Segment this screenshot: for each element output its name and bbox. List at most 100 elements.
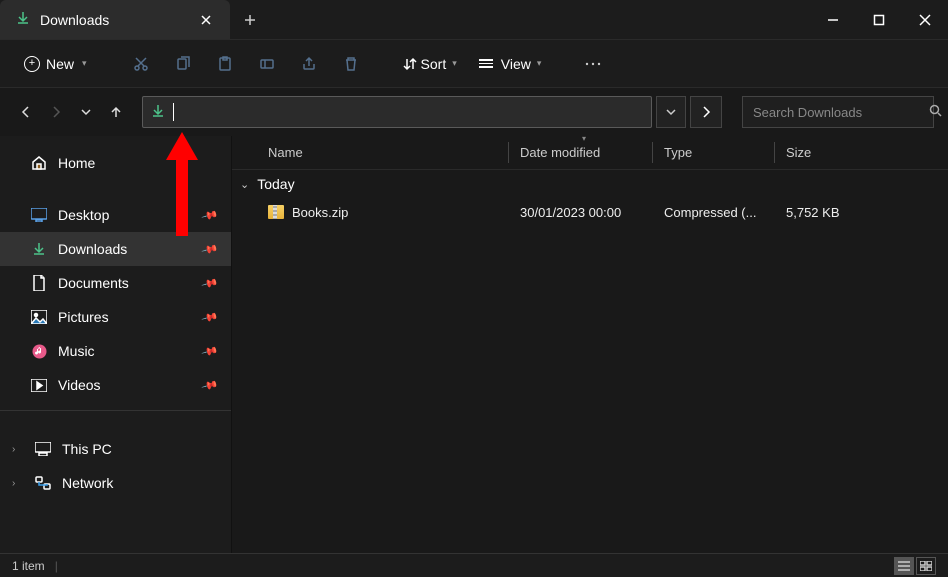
cut-button[interactable] — [123, 48, 159, 80]
active-tab[interactable]: Downloads — [0, 0, 230, 39]
file-type: Compressed (... — [652, 205, 774, 220]
sidebar-label: Pictures — [58, 309, 109, 325]
new-tab-button[interactable] — [230, 0, 270, 39]
pin-icon: 📌 — [201, 206, 219, 224]
column-header-name[interactable]: Name — [256, 136, 508, 169]
new-button[interactable]: + New ▾ — [14, 52, 97, 76]
chevron-right-icon: › — [12, 444, 24, 455]
back-button[interactable] — [14, 98, 38, 126]
address-input[interactable] — [182, 105, 643, 120]
sidebar-label: Music — [58, 343, 95, 359]
file-date: 30/01/2023 00:00 — [508, 205, 652, 220]
view-button[interactable]: View ▾ — [471, 52, 550, 76]
column-header-type[interactable]: Type — [652, 136, 774, 169]
item-count: 1 item — [12, 559, 45, 573]
home-icon — [30, 155, 48, 171]
column-headers: Name Date modified▾ Type Size — [232, 136, 948, 170]
chevron-right-icon: › — [12, 478, 24, 489]
chevron-down-icon: ▾ — [537, 58, 542, 69]
group-label: Today — [257, 176, 294, 192]
search-box[interactable] — [742, 96, 934, 128]
zip-folder-icon — [268, 205, 284, 219]
close-tab-icon[interactable] — [198, 12, 214, 28]
copy-button[interactable] — [165, 48, 201, 80]
new-label: New — [46, 56, 74, 72]
delete-button[interactable] — [333, 48, 369, 80]
view-label: View — [501, 56, 531, 72]
sidebar-label: This PC — [62, 441, 112, 457]
status-bar: 1 item | — [0, 553, 948, 577]
thumbnails-view-toggle[interactable] — [916, 557, 936, 575]
content-area: Name Date modified▾ Type Size ⌄ Today Bo… — [232, 136, 948, 553]
sidebar-item-thispc[interactable]: › This PC — [0, 432, 231, 466]
paste-button[interactable] — [207, 48, 243, 80]
address-history-button[interactable] — [656, 96, 686, 128]
details-view-toggle[interactable] — [894, 557, 914, 575]
share-button[interactable] — [291, 48, 327, 80]
pin-icon: 📌 — [201, 240, 219, 258]
navigation-row — [0, 88, 948, 136]
sidebar-label: Videos — [58, 377, 101, 393]
list-icon — [479, 59, 493, 68]
sidebar-item-videos[interactable]: Videos 📌 — [0, 368, 231, 402]
desktop-icon — [30, 207, 48, 223]
window-controls — [810, 0, 948, 39]
pictures-icon — [30, 309, 48, 325]
search-icon — [929, 104, 942, 120]
sort-button[interactable]: Sort ▾ — [395, 52, 465, 76]
sidebar-label: Network — [62, 475, 113, 491]
plus-circle-icon: + — [24, 56, 40, 72]
rename-button[interactable] — [249, 48, 285, 80]
sidebar-label: Documents — [58, 275, 129, 291]
sidebar-item-downloads[interactable]: Downloads 📌 — [0, 232, 231, 266]
file-size: 5,752 KB — [774, 205, 874, 220]
group-today[interactable]: ⌄ Today — [232, 170, 948, 198]
sidebar-item-pictures[interactable]: Pictures 📌 — [0, 300, 231, 334]
sidebar-item-music[interactable]: Music 📌 — [0, 334, 231, 368]
up-button[interactable] — [104, 98, 128, 126]
text-caret — [173, 103, 174, 121]
address-bar[interactable] — [142, 96, 652, 128]
main-area: Home Desktop 📌 Downloads 📌 Documents 📌 P… — [0, 136, 948, 553]
chevron-down-icon: ▾ — [82, 58, 87, 69]
pin-icon: 📌 — [201, 274, 219, 292]
recent-locations-button[interactable] — [74, 98, 98, 126]
chevron-down-icon: ▾ — [582, 134, 586, 143]
sidebar-item-desktop[interactable]: Desktop 📌 — [0, 198, 231, 232]
go-button[interactable] — [690, 96, 722, 128]
forward-button[interactable] — [44, 98, 68, 126]
sidebar-item-home[interactable]: Home — [0, 146, 231, 180]
sidebar-item-documents[interactable]: Documents 📌 — [0, 266, 231, 300]
chevron-down-icon: ⌄ — [240, 178, 249, 191]
sidebar-label: Home — [58, 155, 95, 171]
music-icon — [30, 343, 48, 359]
sort-icon — [403, 57, 417, 71]
close-window-button[interactable] — [902, 0, 948, 39]
sidebar-label: Desktop — [58, 207, 109, 223]
minimize-button[interactable] — [810, 0, 856, 39]
toolbar: + New ▾ Sort ▾ View ▾ — [0, 40, 948, 88]
maximize-button[interactable] — [856, 0, 902, 39]
column-header-size[interactable]: Size — [774, 136, 874, 169]
download-arrow-icon — [16, 11, 30, 28]
chevron-down-icon: ▾ — [452, 58, 457, 69]
column-header-date[interactable]: Date modified▾ — [508, 136, 652, 169]
pin-icon: 📌 — [201, 342, 219, 360]
pin-icon: 📌 — [201, 376, 219, 394]
network-icon — [34, 475, 52, 491]
sidebar-item-network[interactable]: › Network — [0, 466, 231, 500]
videos-icon — [30, 377, 48, 393]
titlebar: Downloads — [0, 0, 948, 40]
file-row[interactable]: Books.zip 30/01/2023 00:00 Compressed (.… — [232, 198, 948, 226]
file-name: Books.zip — [292, 205, 348, 220]
document-icon — [30, 275, 48, 291]
search-input[interactable] — [753, 105, 929, 120]
sort-label: Sort — [421, 56, 447, 72]
sidebar-label: Downloads — [58, 241, 127, 257]
pc-icon — [34, 441, 52, 457]
pin-icon: 📌 — [201, 308, 219, 326]
tab-title: Downloads — [40, 12, 188, 28]
download-arrow-icon — [151, 104, 165, 121]
more-options-button[interactable] — [575, 48, 611, 80]
sidebar: Home Desktop 📌 Downloads 📌 Documents 📌 P… — [0, 136, 232, 553]
